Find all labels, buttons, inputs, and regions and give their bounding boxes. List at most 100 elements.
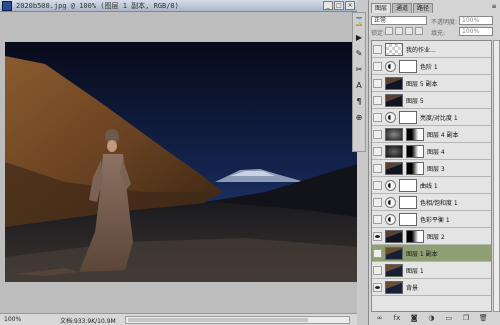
layer-list-scrollbar[interactable] (493, 40, 500, 312)
canvas-area[interactable] (0, 12, 357, 313)
new-layer-icon[interactable]: ❐ (461, 314, 472, 323)
paragraph-icon[interactable]: ¶ (353, 95, 365, 109)
layer-name: 图层 5 副本 (406, 81, 438, 88)
adjustment-layer-icon (385, 112, 396, 123)
status-bar: 100% 文档:933.9K/10.9M (0, 313, 357, 325)
eye-icon[interactable] (373, 249, 382, 258)
layer-name: 图层 4 副本 (427, 132, 459, 139)
fx-icon[interactable]: fx (391, 314, 402, 323)
layer-mask-thumbnail[interactable] (399, 179, 417, 192)
clone-source-icon[interactable]: ⊕ (353, 111, 365, 125)
layer-row[interactable]: 亮度/对比度 1 (372, 109, 491, 126)
eye-icon[interactable] (373, 147, 382, 156)
folder-icon[interactable]: ▭ (443, 314, 454, 323)
layer-mask-thumbnail[interactable] (399, 213, 417, 226)
eye-icon[interactable] (373, 198, 382, 207)
layer-row[interactable]: 图层 4 副本 (372, 126, 491, 143)
eye-icon[interactable] (373, 62, 382, 71)
tool-presets-icon[interactable]: ✂ (353, 63, 365, 77)
eye-icon[interactable] (373, 232, 382, 241)
eye-icon[interactable] (373, 130, 382, 139)
lock-transparency-icon[interactable] (385, 27, 393, 35)
layer-name: 色阶 1 (420, 64, 438, 71)
layer-mask-thumbnail[interactable] (406, 145, 424, 158)
eye-icon[interactable] (373, 79, 382, 88)
photo-canvas[interactable] (5, 42, 357, 282)
layer-row[interactable]: 我的作业... (372, 41, 491, 58)
layer-row[interactable]: 背景 (372, 279, 491, 296)
actions-icon[interactable]: ▶ (353, 31, 365, 45)
layer-thumbnail[interactable] (385, 264, 403, 277)
document-title: 2020b500.jpg @ 100% (图层 1 副本, RGB/8) (16, 2, 179, 10)
layer-thumbnail[interactable] (385, 230, 403, 243)
layer-row[interactable]: 色相/饱和度 1 (372, 194, 491, 211)
eye-icon[interactable] (373, 266, 382, 275)
eye-icon[interactable] (373, 215, 382, 224)
panel-menu-icon[interactable]: ≡ (490, 3, 498, 11)
lock-label: 锁定: (371, 30, 386, 37)
layer-row[interactable]: 图层 5 副本 (372, 75, 491, 92)
layer-thumbnail[interactable] (385, 94, 403, 107)
layer-name: 色彩平衡 1 (420, 217, 450, 224)
eye-icon[interactable] (373, 181, 382, 190)
maximize-button[interactable]: □ (334, 1, 344, 10)
layer-row[interactable]: 图层 4 (372, 143, 491, 160)
trash-icon[interactable]: 🗑 (478, 314, 489, 323)
layer-row[interactable]: 图层 5 (372, 92, 491, 109)
layer-name: 背景 (406, 285, 419, 292)
eye-icon[interactable] (373, 283, 382, 292)
horizontal-scrollbar[interactable] (125, 316, 350, 324)
layer-thumbnail[interactable] (385, 128, 403, 141)
document-titlebar[interactable]: 2020b500.jpg @ 100% (图层 1 副本, RGB/8) _ □… (0, 0, 357, 12)
layer-row[interactable]: 图层 3 (372, 160, 491, 177)
close-button[interactable]: × (345, 1, 355, 10)
adjustment-layer-icon (385, 214, 396, 225)
eye-icon[interactable] (373, 45, 382, 54)
adjustment-icon[interactable]: ◑ (426, 314, 437, 323)
layer-row[interactable]: 图层 1 (372, 262, 491, 279)
layer-mask-thumbnail[interactable] (406, 128, 424, 141)
layer-row[interactable]: 图层 1 副本 (372, 245, 491, 262)
layer-thumbnail[interactable] (385, 77, 403, 90)
brush-icon[interactable]: ✎ (353, 47, 365, 61)
link-icon[interactable]: ∞ (374, 314, 385, 323)
fill-field[interactable]: 100% (459, 27, 493, 36)
layer-name: 图层 2 (427, 234, 445, 241)
layer-mask-thumbnail[interactable] (399, 196, 417, 209)
history-icon[interactable]: ⌛ (353, 15, 365, 29)
zoom-level[interactable]: 100% (4, 316, 21, 323)
minimize-button[interactable]: _ (323, 1, 333, 10)
layers-panel: 图层 通道 路径 ≡ 正常 不透明度: 100% 锁定: 填充: 100% 我的… (368, 0, 500, 325)
opacity-field[interactable]: 100% (459, 16, 493, 25)
layer-row[interactable]: 曲线 1 (372, 177, 491, 194)
layer-mask-thumbnail[interactable] (406, 162, 424, 175)
mask-icon[interactable]: ◙ (409, 314, 420, 323)
layer-list[interactable]: 我的作业... 色阶 1 图层 5 副本 图层 5 亮度/对比度 1 图层 4 副本 图层 … (371, 40, 492, 312)
layer-thumbnail[interactable] (385, 43, 403, 56)
eye-icon[interactable] (373, 164, 382, 173)
lock-all-icon[interactable] (415, 27, 423, 35)
layer-name: 图层 3 (427, 166, 445, 173)
layer-thumbnail[interactable] (385, 247, 403, 260)
layer-thumbnail[interactable] (385, 162, 403, 175)
scrollbar-thumb[interactable] (128, 318, 308, 322)
eye-icon[interactable] (373, 96, 382, 105)
tab-paths[interactable]: 路径 (413, 3, 434, 13)
layer-thumbnail[interactable] (385, 145, 403, 158)
lock-pixels-icon[interactable] (395, 27, 403, 35)
tab-channels[interactable]: 通道 (392, 3, 413, 13)
eye-icon[interactable] (373, 113, 382, 122)
tab-layers[interactable]: 图层 (371, 3, 392, 13)
layer-row[interactable]: 色彩平衡 1 (372, 211, 491, 228)
document-size[interactable]: 文档:933.9K/10.9M (60, 316, 116, 325)
layer-mask-thumbnail[interactable] (399, 111, 417, 124)
panel-dock: ⌛ ▶ ✎ ✂ A ¶ ⊕ (352, 12, 366, 152)
lock-position-icon[interactable] (405, 27, 413, 35)
blend-mode-select[interactable]: 正常 (371, 16, 427, 25)
layer-row[interactable]: 图层 2 (372, 228, 491, 245)
character-icon[interactable]: A (353, 79, 365, 93)
layer-row[interactable]: 色阶 1 (372, 58, 491, 75)
layer-mask-thumbnail[interactable] (399, 60, 417, 73)
layer-thumbnail[interactable] (385, 281, 403, 294)
layer-mask-thumbnail[interactable] (406, 230, 424, 243)
